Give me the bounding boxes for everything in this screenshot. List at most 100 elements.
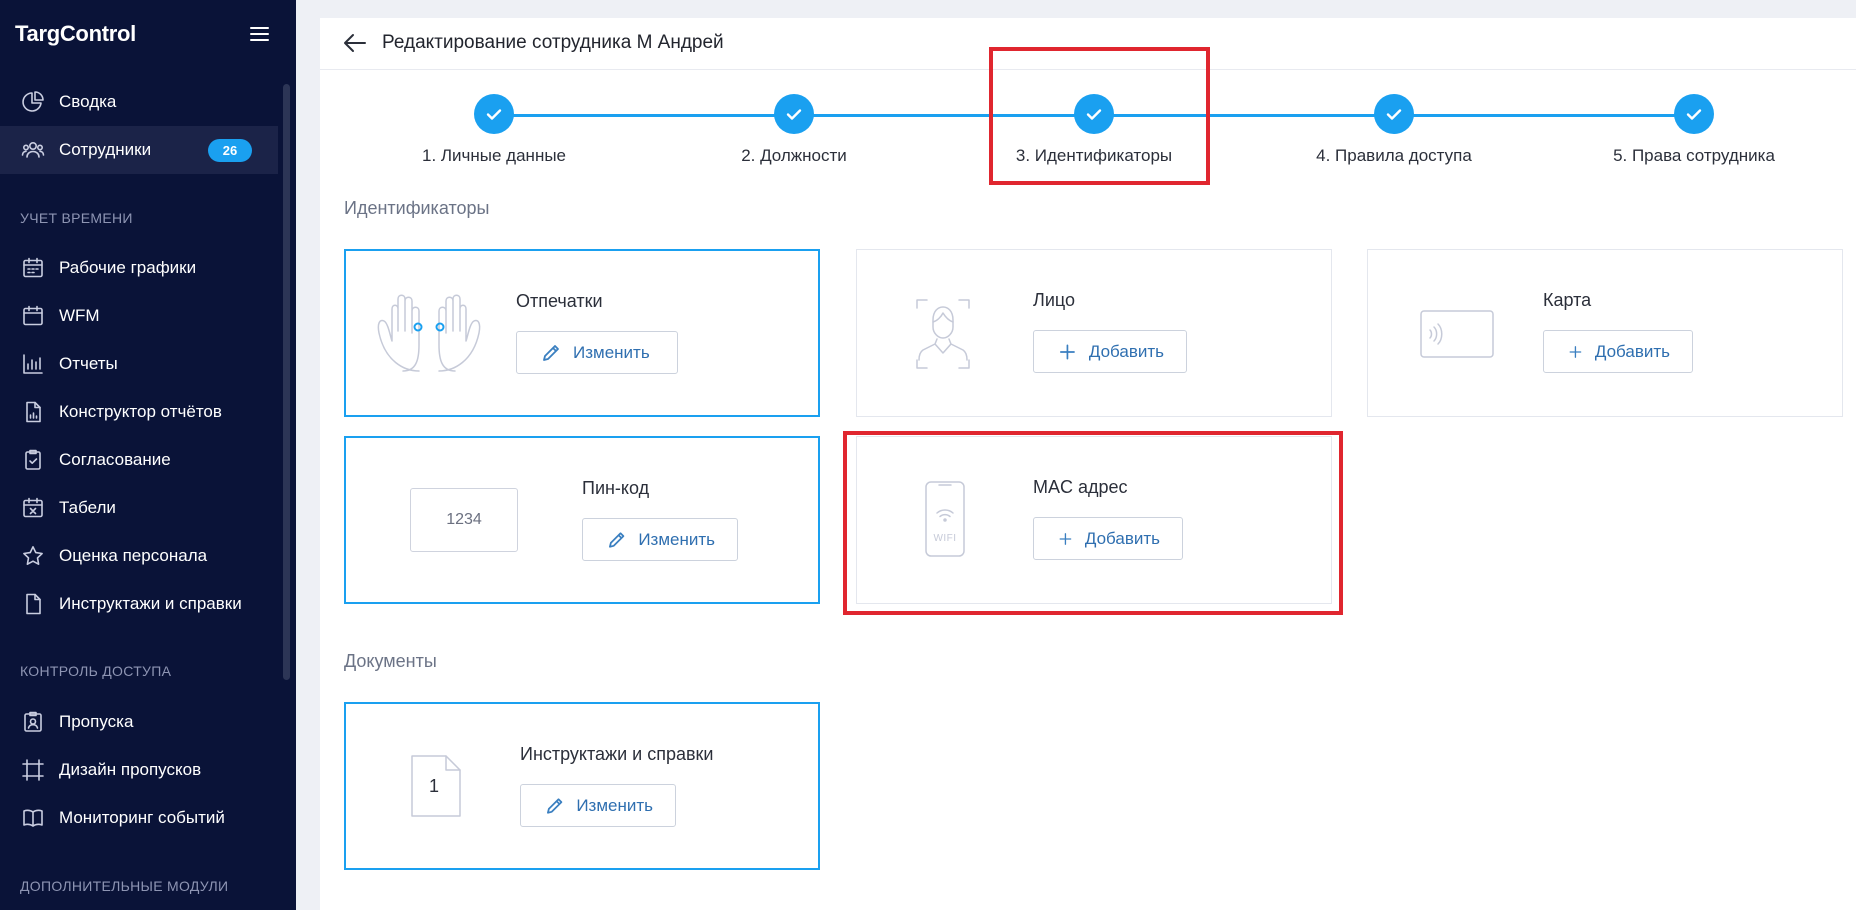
- sidebar-item-wfm[interactable]: WFM: [0, 292, 278, 340]
- card-title: MAC адрес: [1033, 477, 1128, 497]
- access-card-card[interactable]: Карта Добавить: [1367, 249, 1843, 417]
- calendar-icon: [20, 255, 46, 281]
- sidebar-item-label: Пропуска: [59, 712, 134, 731]
- documents-heading: Документы: [344, 651, 437, 671]
- pencil-icon: [543, 344, 559, 361]
- sidebar-item-approval[interactable]: Согласование: [0, 436, 278, 484]
- sidebar-item-label: Мониторинг событий: [59, 808, 225, 827]
- menu-icon[interactable]: [248, 24, 272, 44]
- design-icon: [20, 757, 46, 783]
- step-personal-data[interactable]: 1. Личные данные: [374, 94, 614, 174]
- button-label: Добавить: [1088, 341, 1164, 361]
- sidebar-item-briefings[interactable]: Инструктажи и справки: [0, 580, 278, 628]
- bar-chart-icon: [20, 351, 46, 377]
- fingerprint-hands-icon: [364, 291, 494, 382]
- check-icon: [1674, 94, 1714, 134]
- button-label: Изменить: [576, 795, 653, 815]
- check-icon: [1074, 94, 1114, 134]
- step-employee-rights[interactable]: 5. Права сотрудника: [1574, 94, 1814, 174]
- section-title-access: КОНТРОЛЬ ДОСТУПА: [20, 663, 172, 679]
- fingerprints-card[interactable]: Отпечатки Изменить: [344, 249, 820, 417]
- section-title-time: УЧЕТ ВРЕМЕНИ: [20, 210, 133, 226]
- fingerprints-edit-button[interactable]: Изменить: [516, 331, 678, 374]
- pencil-icon: [547, 797, 563, 814]
- card-title: Отпечатки: [516, 291, 603, 311]
- pie-chart-icon: [20, 89, 46, 115]
- document-icon: [20, 591, 46, 617]
- mac-address-card[interactable]: WIFI MAC адрес Добавить: [856, 436, 1332, 604]
- calendar-x-icon: [20, 495, 46, 521]
- users-icon: [20, 137, 46, 163]
- pin-preview: 1234: [410, 488, 518, 552]
- sidebar-item-event-monitoring[interactable]: Мониторинг событий: [0, 794, 278, 842]
- step-label: 2. Должности: [741, 146, 847, 165]
- sidebar-scrollbar[interactable]: [283, 84, 290, 680]
- mac-add-button[interactable]: Добавить: [1033, 517, 1183, 560]
- wifi-label: WIFI: [933, 533, 957, 544]
- button-label: Добавить: [1084, 528, 1160, 548]
- sidebar-item-pass-design[interactable]: Дизайн пропусков: [0, 746, 278, 794]
- card-title: Карта: [1543, 290, 1592, 310]
- plus-icon: [1059, 532, 1072, 545]
- check-icon: [774, 94, 814, 134]
- wifi-phone-icon: [925, 481, 965, 562]
- page-title: Редактирование сотрудника М Андрей: [382, 32, 724, 53]
- sidebar-item-passes[interactable]: Пропуска: [0, 698, 278, 746]
- section-title-modules: ДОПОЛНИТЕЛЬНЫЕ МОДУЛИ: [20, 878, 229, 894]
- access-card-add-button[interactable]: Добавить: [1543, 330, 1693, 373]
- card-title: Лицо: [1033, 290, 1075, 310]
- sidebar-item-report-builder[interactable]: Конструктор отчётов: [0, 388, 278, 436]
- card-title: Инструктажи и справки: [520, 744, 714, 764]
- book-icon: [20, 805, 46, 831]
- step-positions[interactable]: 2. Должности: [674, 94, 914, 174]
- sidebar-item-label: Дизайн пропусков: [59, 760, 202, 779]
- sidebar-item-label: Оценка персонала: [59, 546, 208, 565]
- sidebar-item-label: Инструктажи и справки: [59, 594, 242, 613]
- sidebar-item-label: Сотрудники: [59, 140, 152, 159]
- sidebar-item-reports[interactable]: Отчеты: [0, 340, 278, 388]
- calendar-icon: [20, 303, 46, 329]
- step-label: 4. Правила доступа: [1316, 146, 1472, 165]
- pin-edit-button[interactable]: Изменить: [582, 518, 738, 561]
- step-label: 3. Идентификаторы: [1015, 146, 1173, 165]
- check-icon: [474, 94, 514, 134]
- rfid-card-icon: [1420, 310, 1494, 363]
- briefings-edit-button[interactable]: Изменить: [520, 784, 676, 827]
- step-label: 5. Права сотрудника: [1613, 146, 1775, 165]
- step-identifiers[interactable]: 3. Идентификаторы: [974, 94, 1214, 174]
- page-header: Редактирование сотрудника М Андрей: [320, 18, 1856, 70]
- main-panel: Редактирование сотрудника М Андрей 1. Ли…: [320, 18, 1856, 910]
- id-badge-icon: [20, 709, 46, 735]
- sidebar-item-label: Отчеты: [59, 354, 118, 373]
- button-label: Изменить: [573, 342, 650, 362]
- sidebar-item-label: WFM: [59, 306, 100, 325]
- pencil-icon: [609, 531, 625, 548]
- plus-icon: [1569, 345, 1582, 358]
- card-title: Пин-код: [582, 478, 650, 498]
- sidebar-item-employees[interactable]: Сотрудники 26: [0, 126, 278, 174]
- step-label: 1. Личные данные: [421, 146, 567, 165]
- sidebar-item-timesheets[interactable]: Табели: [0, 484, 278, 532]
- face-card[interactable]: Лицо Добавить: [856, 249, 1332, 417]
- sidebar-item-label: Рабочие графики: [59, 258, 197, 277]
- clipboard-check-icon: [20, 447, 46, 473]
- briefings-card[interactable]: 1 Инструктажи и справки Изменить: [344, 702, 820, 870]
- back-arrow-icon[interactable]: [342, 30, 368, 56]
- sidebar-item-summary[interactable]: Сводка: [0, 78, 278, 126]
- document-count: 1: [429, 776, 440, 796]
- document-chart-icon: [20, 399, 46, 425]
- sidebar-item-staff-evaluation[interactable]: Оценка персонала: [0, 532, 278, 580]
- button-label: Изменить: [638, 529, 715, 549]
- sidebar-item-label: Сводка: [59, 92, 117, 111]
- app-logo: TargControl: [15, 21, 136, 46]
- sidebar-item-work-schedules[interactable]: Рабочие графики: [0, 244, 278, 292]
- button-label: Добавить: [1594, 341, 1670, 361]
- pin-code-card[interactable]: 1234 Пин-код Изменить: [344, 436, 820, 604]
- step-access-rules[interactable]: 4. Правила доступа: [1274, 94, 1514, 174]
- plus-icon: [1059, 344, 1075, 359]
- face-add-button[interactable]: Добавить: [1033, 330, 1187, 373]
- employees-count-badge: 26: [208, 139, 252, 162]
- face-scan-icon: [915, 298, 971, 375]
- star-icon: [20, 543, 46, 569]
- identifiers-heading: Идентификаторы: [344, 198, 490, 218]
